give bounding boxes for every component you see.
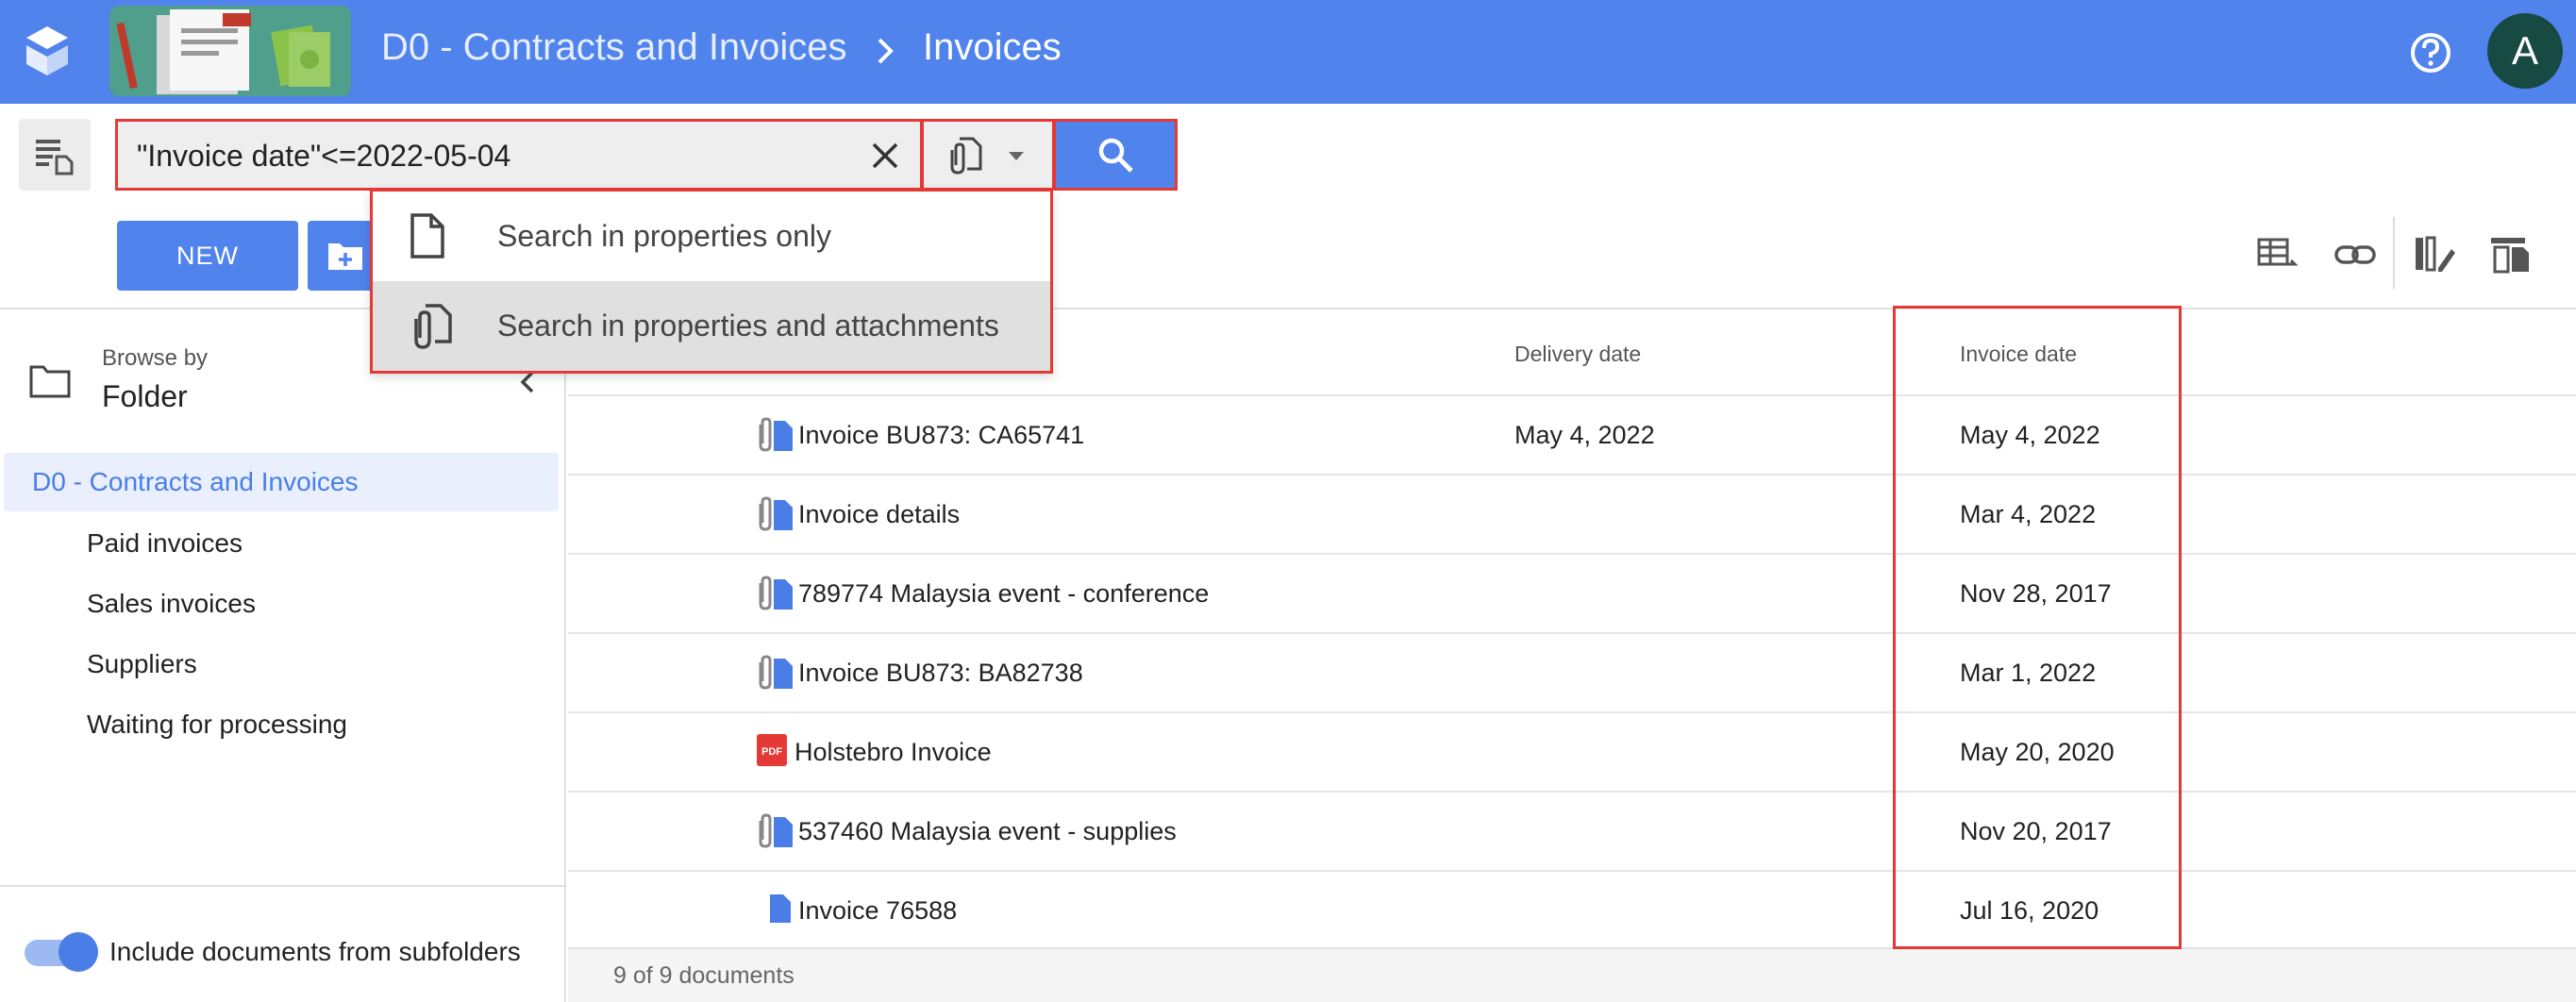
- caret-down-icon: [1009, 152, 1024, 160]
- sidebar-item-suppliers[interactable]: Suppliers: [87, 649, 197, 679]
- toolbar-divider: [2393, 217, 2395, 289]
- chevron-right-icon: [878, 38, 894, 64]
- edit-columns-icon[interactable]: [2412, 232, 2457, 277]
- menu-item-label: Search in properties and attachments: [497, 309, 999, 342]
- search-button[interactable]: [1053, 119, 1178, 191]
- attachment-document-icon: [759, 655, 793, 690]
- folder-add-icon: [328, 243, 362, 270]
- attachment-settings-icon[interactable]: [2487, 232, 2533, 277]
- table-row[interactable]: 537460 Malaysia event - supplies Nov 20,…: [568, 793, 2576, 872]
- menu-item-label: Search in properties only: [497, 219, 831, 253]
- documents-table: Delivery date Invoice date Invoice BU873…: [568, 309, 2576, 1002]
- sidebar: Browse by Folder D0 - Contracts and Invo…: [0, 309, 566, 1002]
- search-box: [115, 119, 923, 191]
- invoice-date: Nov 28, 2017: [1960, 579, 2112, 608]
- sidebar-item-paid-invoices[interactable]: Paid invoices: [87, 528, 243, 559]
- document-name[interactable]: 537460 Malaysia event - supplies: [798, 793, 1177, 870]
- sidebar-toggle-button[interactable]: [19, 119, 91, 191]
- table-row[interactable]: Invoice 76588 Jul 16, 2020: [568, 872, 2576, 951]
- attachment-document-icon: [759, 813, 793, 848]
- delivery-date: May 4, 2022: [1514, 421, 1655, 449]
- invoice-date: Mar 4, 2022: [1960, 500, 2097, 528]
- document-name[interactable]: Holstebro Invoice: [795, 713, 992, 791]
- document-count: 9 of 9 documents: [613, 962, 795, 989]
- menu-item-search-properties-and-attachments[interactable]: Search in properties and attachments: [373, 281, 1050, 371]
- search-mode-dropdown[interactable]: [921, 119, 1055, 191]
- document-name[interactable]: Invoice details: [798, 476, 960, 553]
- table-row[interactable]: Invoice details Mar 4, 2022: [568, 476, 2576, 555]
- table-export-icon[interactable]: [2255, 232, 2300, 277]
- pdf-icon: PDF: [757, 734, 787, 766]
- close-icon[interactable]: [866, 137, 904, 175]
- sidebar-item-root[interactable]: D0 - Contracts and Invoices: [4, 453, 559, 511]
- invoice-date: Jul 16, 2020: [1960, 896, 2099, 925]
- table-row[interactable]: 789774 Malaysia event - conference Nov 2…: [568, 555, 2576, 634]
- invoice-date: May 20, 2020: [1960, 738, 2115, 766]
- menu-item-search-properties-only[interactable]: Search in properties only: [373, 192, 1050, 281]
- column-header-delivery-date[interactable]: Delivery date: [1514, 342, 1641, 367]
- sidebar-item-waiting-for-processing[interactable]: Waiting for processing: [87, 710, 347, 740]
- table-row[interactable]: PDF Holstebro Invoice May 20, 2020: [568, 713, 2576, 793]
- sidebar-item-sales-invoices[interactable]: Sales invoices: [87, 589, 256, 619]
- invoice-date: May 4, 2022: [1960, 421, 2100, 449]
- list-document-icon: [36, 140, 74, 175]
- search-icon: [1098, 138, 1133, 173]
- avatar[interactable]: A: [2487, 13, 2563, 89]
- column-header-invoice-date[interactable]: Invoice date: [1960, 342, 2077, 367]
- document-icon: [410, 213, 444, 259]
- document-name[interactable]: Invoice BU873: BA82738: [798, 634, 1083, 711]
- table-footer: 9 of 9 documents: [568, 947, 2576, 1002]
- invoice-date: Mar 1, 2022: [1960, 659, 2097, 687]
- search-mode-menu: Search in properties only Search in prop…: [370, 189, 1053, 374]
- include-subfolders-toggle[interactable]: [25, 932, 98, 972]
- app-logo-icon[interactable]: [23, 25, 72, 77]
- attachment-document-icon: [414, 304, 452, 349]
- folder-icon: [29, 365, 71, 398]
- table-row[interactable]: Invoice BU873: BA82738 Mar 1, 2022: [568, 634, 2576, 713]
- attachment-document-icon: [759, 576, 793, 610]
- invoice-date: Nov 20, 2017: [1960, 817, 2112, 845]
- breadcrumb-current: Invoices: [923, 26, 1062, 68]
- svg-text:PDF: PDF: [761, 746, 782, 758]
- top-bar: D0 - Contracts and Invoices Invoices A: [0, 0, 2576, 104]
- search-input[interactable]: [137, 129, 845, 182]
- document-name[interactable]: Invoice BU873: CA65741: [798, 396, 1084, 474]
- browse-by-label: Browse by: [102, 345, 209, 371]
- divider: [0, 885, 564, 887]
- attachment-document-icon: [759, 417, 793, 452]
- workspace-banner-image: [109, 6, 351, 96]
- attachment-document-icon: [950, 137, 982, 175]
- table-row[interactable]: Invoice BU873: CA65741 May 4, 2022 May 4…: [568, 396, 2576, 476]
- link-icon[interactable]: [2333, 232, 2378, 277]
- document-name[interactable]: 789774 Malaysia event - conference: [798, 555, 1209, 632]
- document-icon: [770, 894, 791, 923]
- browse-by-value[interactable]: Folder: [102, 379, 188, 414]
- help-icon[interactable]: [2404, 26, 2457, 79]
- document-name[interactable]: Invoice 76588: [798, 872, 957, 949]
- breadcrumb-workspace[interactable]: D0 - Contracts and Invoices: [381, 26, 847, 69]
- new-button[interactable]: NEW: [117, 221, 298, 291]
- include-subfolders-label: Include documents from subfolders: [109, 937, 521, 966]
- attachment-document-icon: [759, 496, 793, 531]
